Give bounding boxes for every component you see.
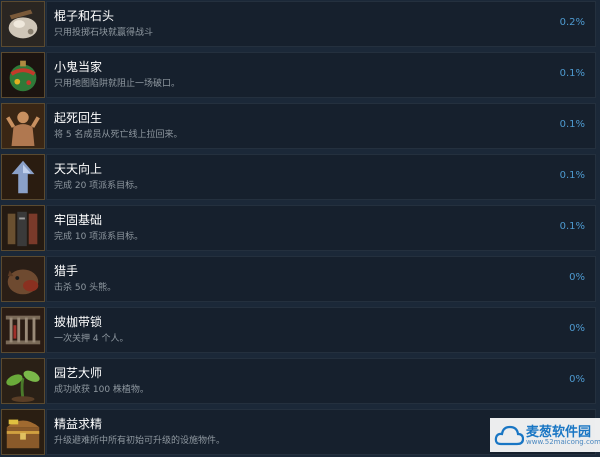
achievement-title: 天天向上 — [54, 162, 103, 176]
achievement-title: 猎手 — [54, 264, 79, 278]
achievement-description: 击杀 50 头熊。 — [54, 283, 117, 293]
achievement-description: 只用地图陷阱就阻止一场破口。 — [54, 79, 181, 89]
achievement-panel: 棍子和石头 只用投掷石块就赢得战斗 0.2% — [46, 1, 596, 47]
achievement-title: 披枷带锁 — [54, 315, 103, 329]
achievement-title: 棍子和石头 — [54, 9, 115, 23]
achievement-panel: 小鬼当家 只用地图陷阱就阻止一场破口。 0.1% — [46, 52, 596, 98]
achievement-row[interactable]: 园艺大师 成功收获 100 株植物。 0% — [0, 357, 596, 406]
achievement-title: 小鬼当家 — [54, 60, 103, 74]
up-arrow-icon — [1, 154, 45, 200]
cloud-logo-icon — [494, 425, 524, 446]
achievement-description: 将 5 名成员从死亡线上拉回来。 — [54, 130, 183, 140]
achievement-title: 精益求精 — [54, 417, 103, 431]
achievement-panel: 天天向上 完成 20 项派系目标。 0.1% — [46, 154, 596, 200]
achievement-panel: 起死回生 将 5 名成员从死亡线上拉回来。 0.1% — [46, 103, 596, 149]
achievement-row[interactable]: 披枷带锁 一次关押 4 个人。 0% — [0, 306, 596, 355]
ornament-bomb-icon — [1, 52, 45, 98]
achievement-title: 园艺大师 — [54, 366, 103, 380]
achievement-description: 升级避难所中所有初始可升级的设施物件。 — [54, 436, 226, 446]
achievement-percent: 0% — [569, 272, 585, 283]
achievement-percent: 0.2% — [559, 17, 585, 28]
cage-icon — [1, 307, 45, 353]
beast-head-icon — [1, 256, 45, 302]
achievement-panel: 牢固基础 完成 10 项派系目标。 0.1% — [46, 205, 596, 251]
watermark-url: www.52maicong.com — [526, 438, 600, 446]
achievement-description: 只用投掷石块就赢得战斗 — [54, 28, 154, 38]
achievement-title: 起死回生 — [54, 111, 103, 125]
achievement-percent: 0.1% — [559, 221, 585, 232]
achievement-row[interactable]: 起死回生 将 5 名成员从死亡线上拉回来。 0.1% — [0, 102, 596, 151]
achievement-panel: 猎手 击杀 50 头熊。 0% — [46, 256, 596, 302]
achievement-title: 牢固基础 — [54, 213, 103, 227]
achievement-row[interactable]: 棍子和石头 只用投掷石块就赢得战斗 0.2% — [0, 0, 596, 49]
achievement-percent: 0.1% — [559, 119, 585, 130]
achievement-row[interactable]: 小鬼当家 只用地图陷阱就阻止一场破口。 0.1% — [0, 51, 596, 100]
achievement-description: 完成 20 项派系目标。 — [54, 181, 144, 191]
achievement-panel: 披枷带锁 一次关押 4 个人。 0% — [46, 307, 596, 353]
achievement-percent: 0.1% — [559, 68, 585, 79]
achievement-percent: 0.1% — [559, 170, 585, 181]
achievement-row[interactable]: 天天向上 完成 20 项派系目标。 0.1% — [0, 153, 596, 202]
achievement-list: 棍子和石头 只用投掷石块就赢得战斗 0.2% 小鬼当家 只用地图陷阱就阻止一场破… — [0, 0, 600, 455]
rock-icon — [1, 1, 45, 47]
revived-person-icon — [1, 103, 45, 149]
achievement-description: 成功收获 100 株植物。 — [54, 385, 149, 395]
book-pillar-icon — [1, 205, 45, 251]
treasure-chest-icon — [1, 409, 45, 455]
achievement-panel: 园艺大师 成功收获 100 株植物。 0% — [46, 358, 596, 404]
achievement-description: 完成 10 项派系目标。 — [54, 232, 144, 242]
achievement-description: 一次关押 4 个人。 — [54, 334, 129, 344]
achievement-percent: 0% — [569, 374, 585, 385]
watermark: 麦葱软件园 www.52maicong.com — [490, 418, 600, 452]
achievement-percent: 0% — [569, 323, 585, 334]
achievement-row[interactable]: 牢固基础 完成 10 项派系目标。 0.1% — [0, 204, 596, 253]
sprout-icon — [1, 358, 45, 404]
achievement-row[interactable]: 猎手 击杀 50 头熊。 0% — [0, 255, 596, 304]
